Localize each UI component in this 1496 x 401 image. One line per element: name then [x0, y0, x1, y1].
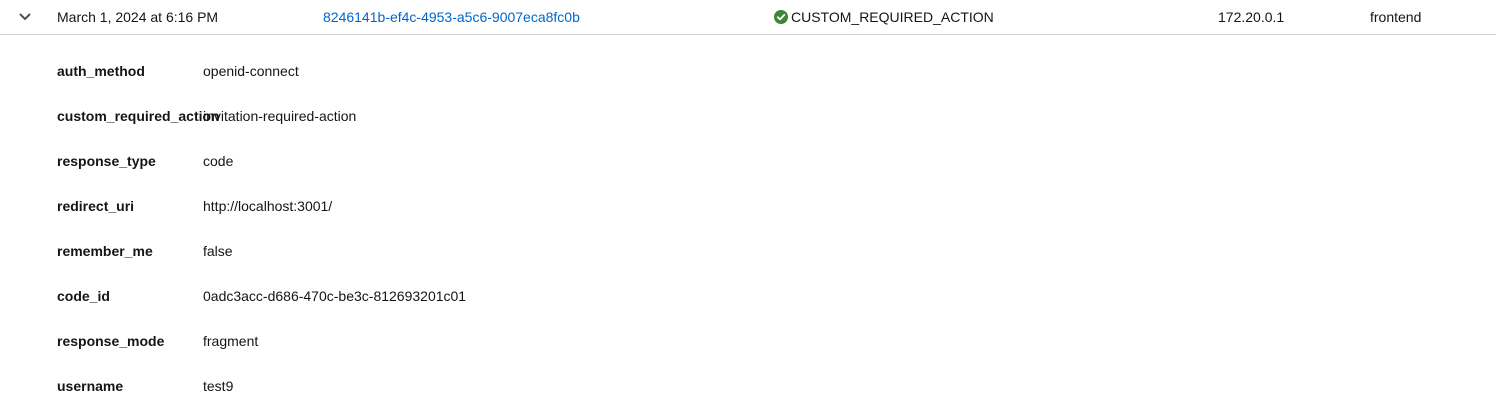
- event-row: March 1, 2024 at 6:16 PM 8246141b-ef4c-4…: [0, 0, 1496, 35]
- client-name: frontend: [1370, 9, 1422, 25]
- detail-value: code: [203, 153, 234, 169]
- detail-value: false: [203, 243, 233, 259]
- event-type: CUSTOM_REQUIRED_ACTION: [774, 0, 994, 34]
- expand-toggle-button[interactable]: [14, 6, 36, 28]
- detail-key: response_type: [57, 153, 156, 169]
- detail-value: invitation-required-action: [203, 108, 357, 124]
- user-id-link[interactable]: 8246141b-ef4c-4953-a5c6-9007eca8fc0b: [323, 0, 580, 34]
- detail-key: custom_required_action: [57, 108, 220, 124]
- detail-key: remember_me: [57, 243, 153, 259]
- detail-key: auth_method: [57, 63, 145, 79]
- detail-value: http://localhost:3001/: [203, 198, 333, 214]
- detail-value: openid-connect: [203, 63, 299, 79]
- chevron-down-icon: [19, 13, 31, 20]
- ip-address: 172.20.0.1: [1218, 9, 1285, 25]
- detail-value: test9: [203, 378, 234, 394]
- detail-value: fragment: [203, 333, 259, 349]
- event-type-label: CUSTOM_REQUIRED_ACTION: [791, 9, 994, 25]
- check-circle-icon: [774, 10, 788, 24]
- detail-value: 0adc3acc-d686-470c-be3c-812693201c01: [203, 288, 467, 304]
- detail-key: code_id: [57, 288, 110, 304]
- detail-key: username: [57, 378, 124, 394]
- detail-key: redirect_uri: [57, 198, 135, 214]
- event-time: March 1, 2024 at 6:16 PM: [57, 9, 219, 25]
- detail-key: response_mode: [57, 333, 165, 349]
